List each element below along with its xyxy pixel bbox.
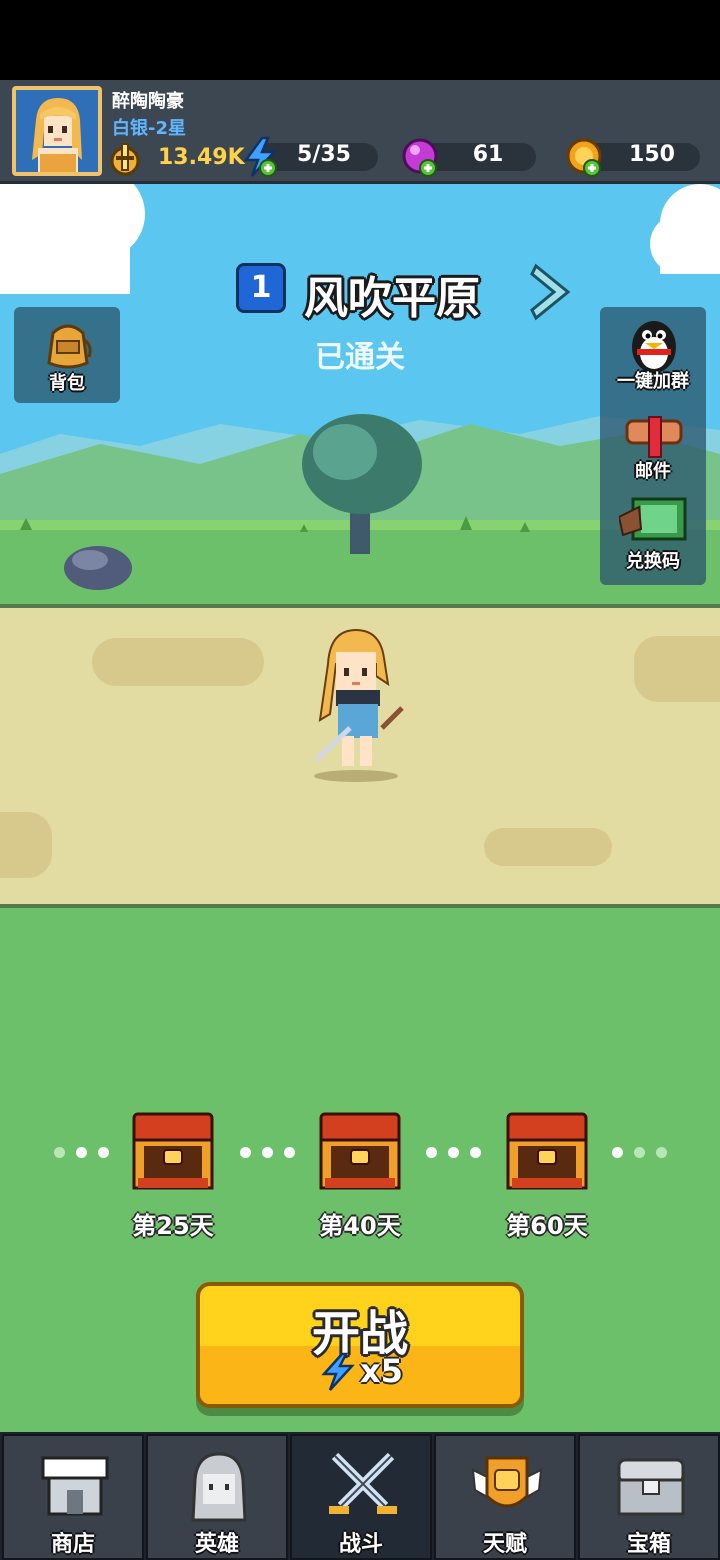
mail-scroll-icon [625, 416, 683, 458]
energy-bolt-icon [321, 1352, 355, 1391]
progress-dot [76, 1147, 87, 1158]
reward-chest-label: 第60天 [506, 1212, 588, 1240]
redeem-ticket-icon [619, 497, 687, 541]
tab-talent[interactable]: 天赋 [434, 1434, 576, 1560]
progress-dot [240, 1147, 251, 1158]
backpack-icon [47, 324, 92, 369]
stage-name: 风吹平原 [304, 273, 480, 324]
gem-plus-icon[interactable] [400, 136, 442, 178]
progress-dot [54, 1147, 65, 1158]
combat-power-icon [110, 143, 140, 176]
tab-chests-label: 宝箱 [626, 1532, 671, 1557]
crossed-swords-icon [329, 1452, 397, 1514]
reward-chest-icon[interactable] [317, 1110, 403, 1194]
progress-dot [656, 1147, 667, 1158]
reward-chest-icon[interactable] [130, 1110, 216, 1194]
progress-dot [284, 1147, 295, 1158]
mail-label: 邮件 [635, 461, 671, 482]
treasure-chest-icon [617, 1458, 685, 1516]
progress-dot [262, 1147, 273, 1158]
right-menu-panel: 一键加群 邮件 兑换码 [600, 307, 706, 585]
player-rank: 白银-2星 [112, 118, 186, 139]
progress-dot [426, 1147, 437, 1158]
cloud-right [650, 184, 720, 274]
progress-dot [98, 1147, 109, 1158]
redeem-code-label: 兑换码 [626, 551, 680, 572]
road-patch [0, 812, 52, 878]
join-group-label: 一键加群 [617, 371, 689, 392]
tab-heroes[interactable]: 英雄 [146, 1434, 288, 1560]
battle-energy-cost: x5 [360, 1352, 403, 1390]
tab-heroes-label: 英雄 [194, 1532, 239, 1557]
hero-portrait-icon [16, 90, 98, 172]
shop-icon [41, 1456, 109, 1516]
cloud-left [0, 184, 145, 294]
stage-number-badge: 1 [236, 263, 286, 313]
progress-dot [448, 1147, 459, 1158]
hero-icon [191, 1452, 247, 1522]
tab-chests[interactable]: 宝箱 [578, 1434, 720, 1560]
gems-value: 61 [472, 142, 504, 167]
tab-shop-label: 商店 [50, 1532, 95, 1557]
stage-status: 已通关 [315, 340, 405, 375]
coins-value: 150 [629, 142, 675, 167]
player-name: 醉陶陶豪 [112, 91, 184, 112]
hero-character [314, 628, 404, 782]
backpack-button[interactable]: 背包 [17, 311, 117, 399]
coin-plus-icon[interactable] [564, 136, 606, 178]
join-group-button[interactable]: 一键加群 [603, 309, 703, 397]
bottom-navigation: 商店 英雄 战斗 天赋 宝箱 [0, 1432, 720, 1560]
tab-battle-label: 战斗 [338, 1532, 383, 1557]
tab-talent-label: 天赋 [482, 1532, 527, 1557]
reward-chest-icon[interactable] [504, 1110, 590, 1194]
start-battle-button[interactable]: 开战 x5 [196, 1282, 524, 1408]
reward-chest-label: 第25天 [132, 1212, 214, 1240]
status-bar [0, 0, 720, 80]
road-patch [484, 828, 612, 866]
road-patch [634, 636, 720, 702]
energy-value: 5/35 [297, 142, 351, 167]
reward-chest-label: 第40天 [319, 1212, 401, 1240]
progress-dot [612, 1147, 623, 1158]
player-info-bar: 醉陶陶豪 白银-2星 13.49K 5/35 61 150 [0, 80, 720, 184]
tab-shop[interactable]: 商店 [2, 1434, 144, 1560]
talent-fist-icon [471, 1456, 543, 1508]
backpack-panel: 背包 [14, 307, 120, 403]
player-avatar[interactable] [12, 86, 102, 176]
energy-plus-icon[interactable] [240, 136, 282, 178]
next-stage-arrow-icon[interactable] [528, 262, 576, 322]
mail-button[interactable]: 邮件 [603, 399, 703, 487]
road-patch [92, 638, 264, 686]
backpack-label: 背包 [49, 373, 85, 394]
combat-power-value: 13.49K [158, 145, 245, 170]
redeem-code-button[interactable]: 兑换码 [603, 489, 703, 577]
tab-battle[interactable]: 战斗 [290, 1434, 432, 1560]
progress-dot [634, 1147, 645, 1158]
progress-dot [470, 1147, 481, 1158]
